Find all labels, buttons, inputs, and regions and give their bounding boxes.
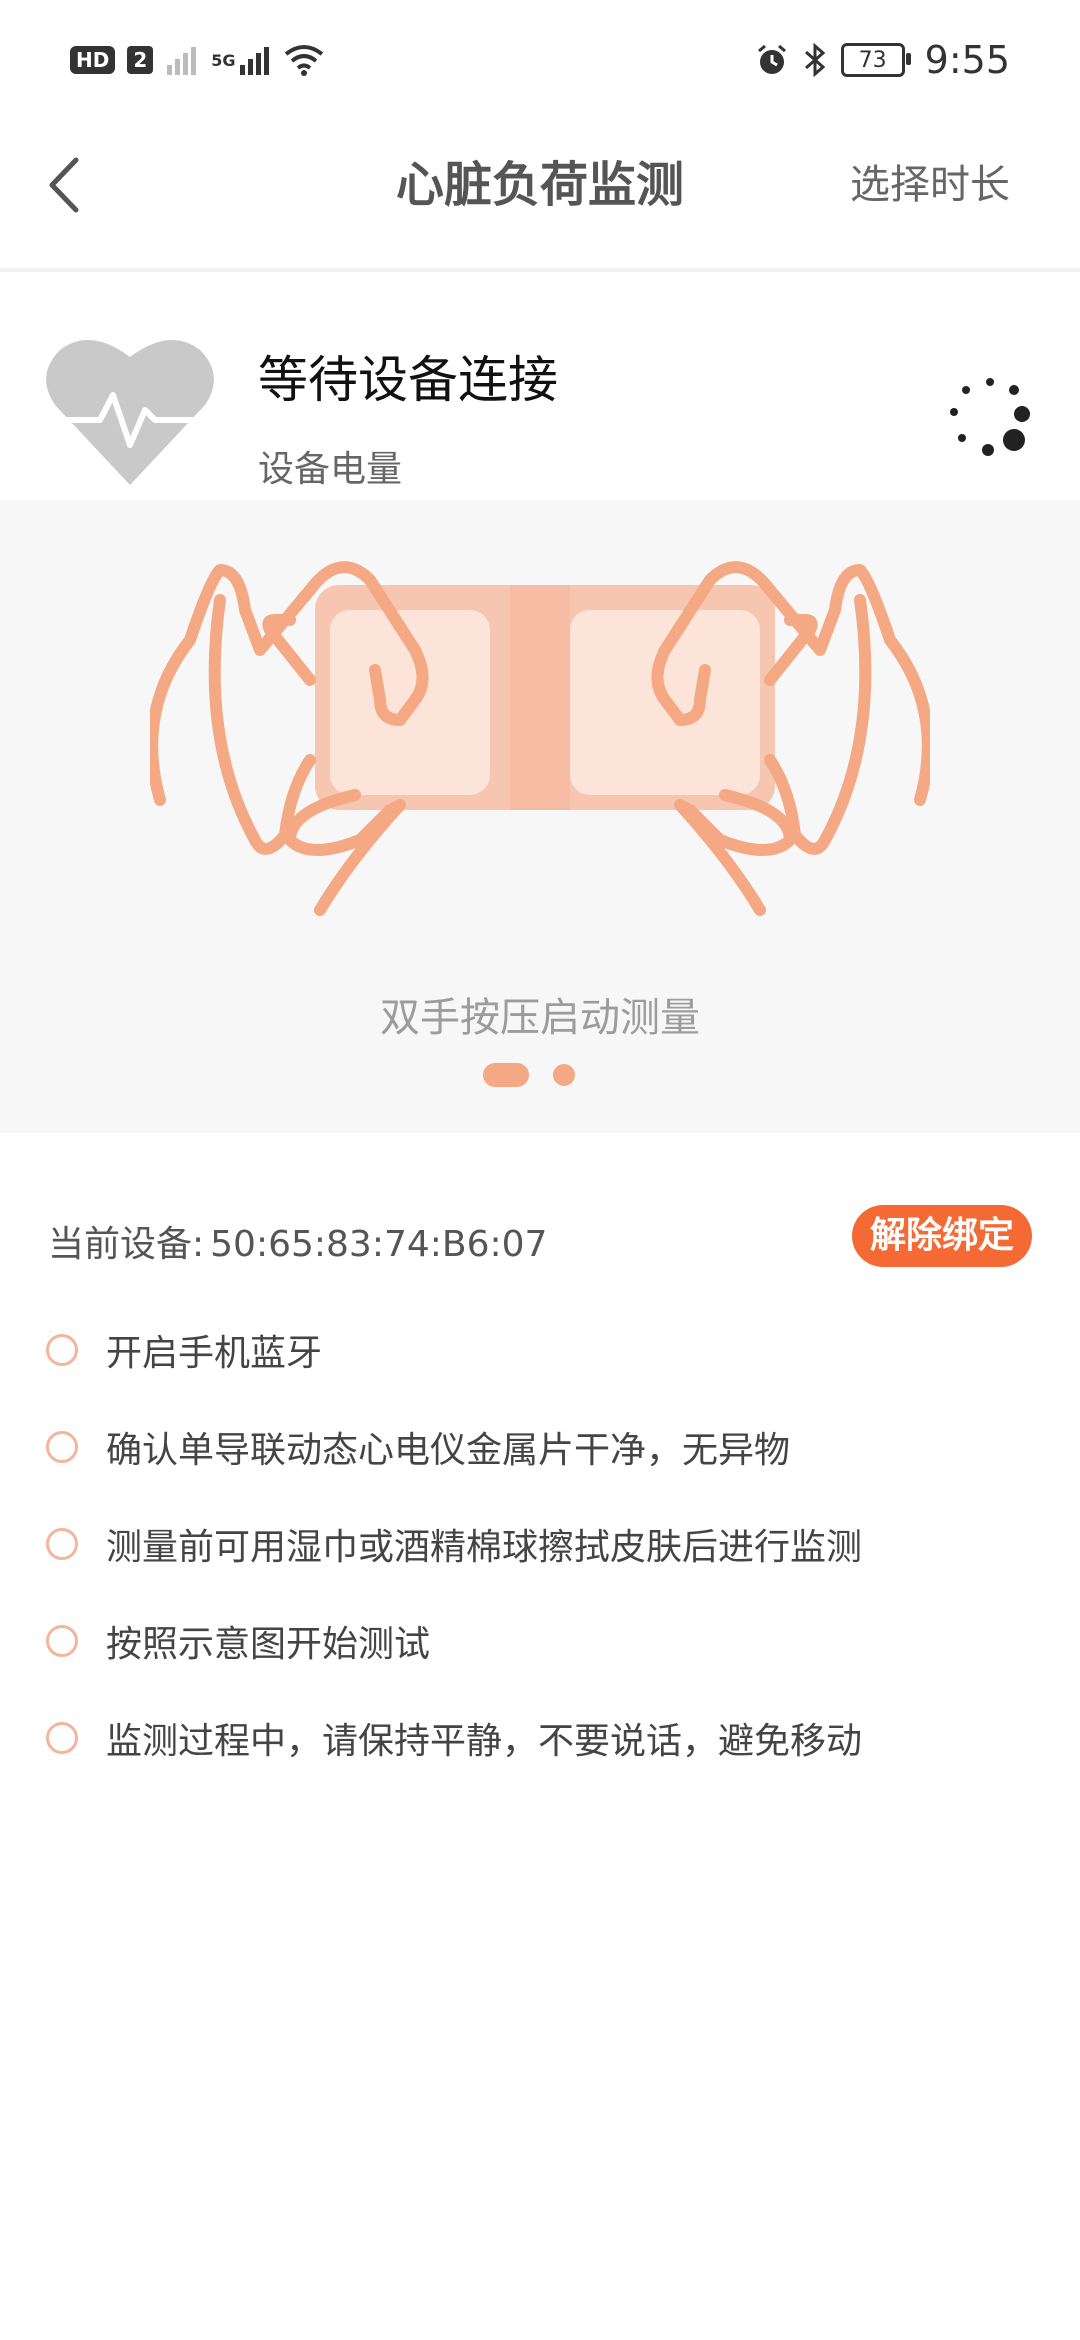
sim-badge: 2 bbox=[127, 46, 154, 74]
page-indicator-dot[interactable] bbox=[553, 1064, 575, 1086]
loading-spinner-icon bbox=[940, 368, 1040, 468]
alarm-icon bbox=[757, 44, 786, 74]
checklist-item[interactable]: 开启手机蓝牙 bbox=[46, 1320, 322, 1380]
checklist-item-text: 监测过程中，请保持平静，不要说话，避免移动 bbox=[106, 1721, 863, 1762]
hands-pressing-device-icon bbox=[146, 540, 934, 950]
device-status: 等待设备连接 bbox=[258, 351, 558, 409]
status-right: 73 9:55 bbox=[755, 38, 1010, 82]
hd-badge: HD bbox=[70, 46, 116, 74]
check-circle-icon[interactable] bbox=[46, 1528, 78, 1560]
bluetooth-icon bbox=[804, 43, 825, 77]
wifi-icon bbox=[284, 45, 323, 76]
battery-icon: 73 bbox=[840, 43, 911, 77]
signal-icon-2 bbox=[239, 47, 269, 75]
device-battery-label: 设备电量 bbox=[258, 449, 403, 490]
checklist-item-text: 按照示意图开始测试 bbox=[106, 1624, 431, 1665]
page-indicator-active[interactable] bbox=[483, 1063, 529, 1087]
status-left: HD 2 5G bbox=[70, 40, 324, 80]
unbind-device-button[interactable]: 解除绑定 bbox=[852, 1205, 1032, 1267]
press-hint-text: 双手按压启动测量 bbox=[380, 995, 700, 1041]
check-circle-icon[interactable] bbox=[46, 1334, 78, 1366]
checklist-item-text: 开启手机蓝牙 bbox=[106, 1333, 323, 1374]
checklist-item[interactable]: 测量前可用湿巾或酒精棉球擦拭皮肤后进行监测 bbox=[46, 1514, 862, 1574]
check-circle-icon[interactable] bbox=[46, 1431, 78, 1463]
clock: 9:55 bbox=[924, 38, 1010, 82]
battery-level: 73 bbox=[858, 47, 887, 73]
check-circle-icon[interactable] bbox=[46, 1625, 78, 1657]
current-device-row: 当前设备: 50:65:83:74:B6:07 bbox=[48, 1215, 547, 1267]
current-device-label: 当前设备: bbox=[48, 1224, 205, 1265]
checklist-item[interactable]: 确认单导联动态心电仪金属片干净，无异物 bbox=[46, 1417, 790, 1477]
checklist-item[interactable]: 按照示意图开始测试 bbox=[46, 1611, 430, 1671]
checklist-item[interactable]: 监测过程中，请保持平静，不要说话，避免移动 bbox=[46, 1708, 862, 1768]
select-duration-button[interactable]: 选择时长 bbox=[850, 150, 1010, 220]
heart-device-icon bbox=[45, 335, 215, 490]
signal-icon bbox=[167, 47, 197, 75]
check-circle-icon[interactable] bbox=[46, 1722, 78, 1754]
network-label: 5G bbox=[211, 50, 236, 70]
checklist-item-text: 确认单导联动态心电仪金属片干净，无异物 bbox=[106, 1430, 791, 1471]
checklist-item-text: 测量前可用湿巾或酒精棉球擦拭皮肤后进行监测 bbox=[106, 1527, 863, 1568]
device-mac-address: 50:65:83:74:B6:07 bbox=[210, 1224, 548, 1265]
